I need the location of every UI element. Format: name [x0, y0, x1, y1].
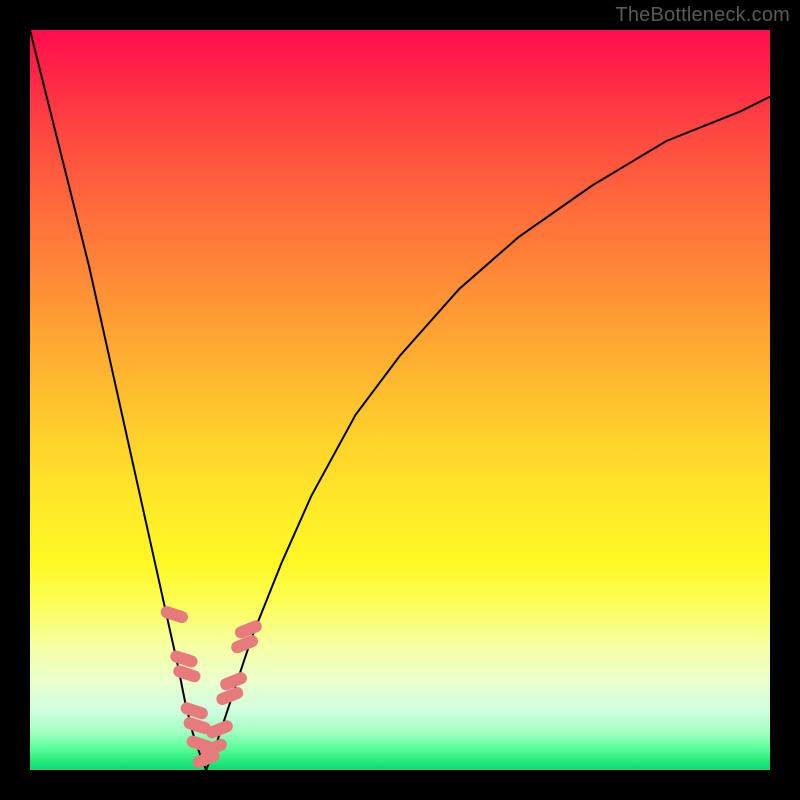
watermark-text: TheBottleneck.com [615, 4, 790, 27]
marker-dot [179, 701, 209, 721]
outer-frame: TheBottleneck.com [0, 0, 800, 800]
marker-dot [159, 605, 189, 625]
marker-dot [172, 664, 202, 684]
chart-svg [30, 30, 770, 770]
marker-dot [169, 649, 199, 669]
marker-group [159, 605, 263, 770]
right-curve [206, 97, 770, 770]
plot-area [30, 30, 770, 770]
